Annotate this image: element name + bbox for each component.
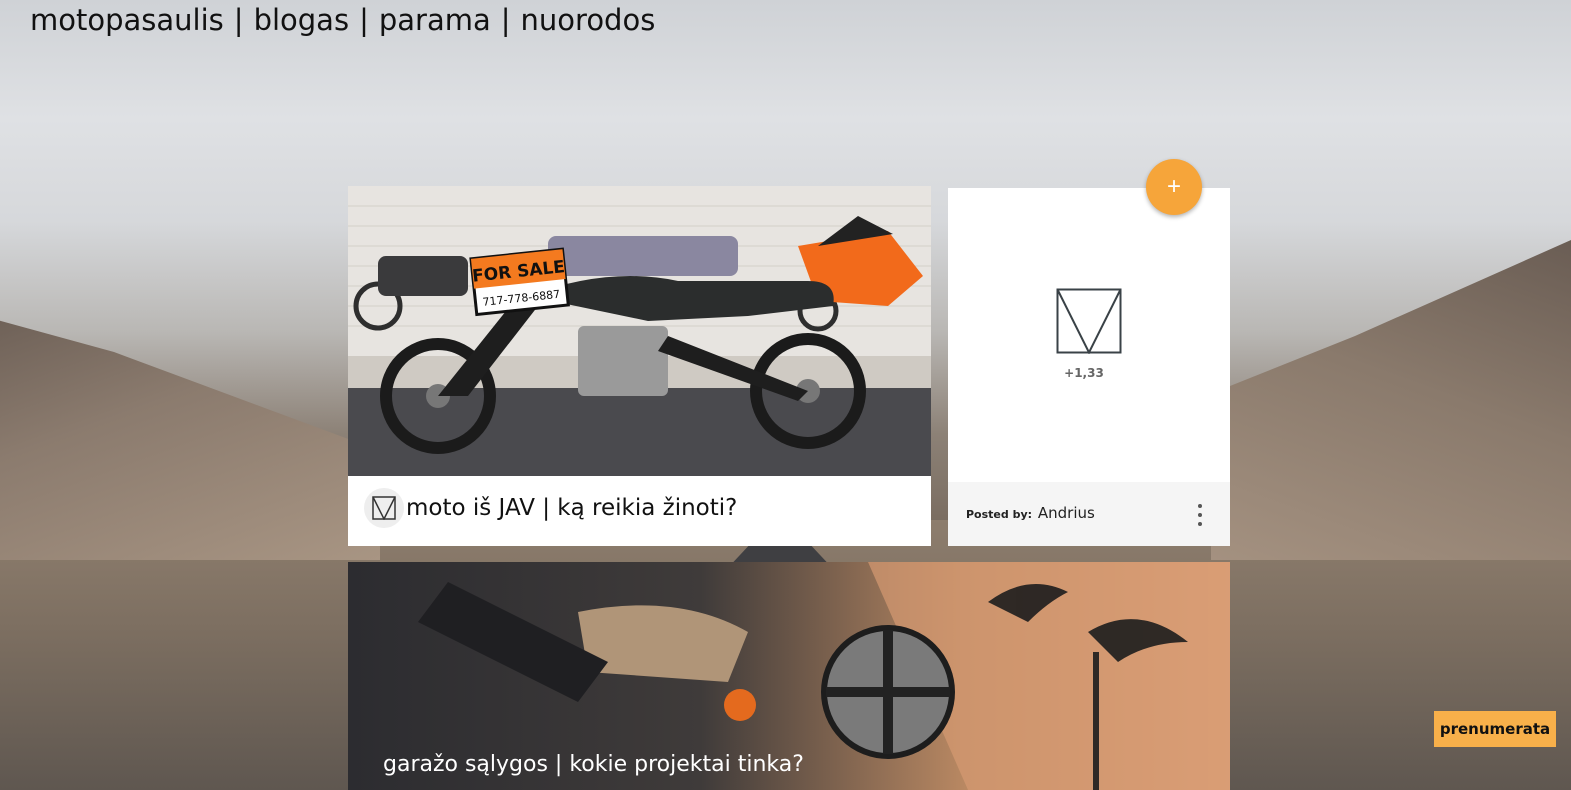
subscribe-button[interactable]: prenumerata: [1434, 711, 1556, 747]
triangle-square-icon: [1056, 288, 1122, 358]
posted-by: Posted by: Andrius: [966, 504, 1095, 522]
nav-item-nuorodos[interactable]: nuorodos: [521, 3, 656, 37]
post-title-row: moto iš JAV | ką reikia žinoti?: [364, 486, 737, 530]
nav-separator: |: [233, 3, 244, 37]
site-nav: motopasaulis | blogas | parama | nuorodo…: [30, 3, 655, 37]
background-mountain-right: [1211, 240, 1571, 560]
post-title-link[interactable]: moto iš JAV | ką reikia žinoti?: [406, 495, 737, 521]
more-vert-icon[interactable]: [1196, 504, 1204, 526]
nav-item-blogas[interactable]: blogas: [254, 3, 350, 37]
add-post-button[interactable]: +: [1146, 159, 1202, 215]
nav-separator: |: [359, 3, 369, 37]
nav-item-parama[interactable]: parama: [379, 3, 491, 37]
plus-icon: +: [1166, 173, 1181, 200]
post-card-garazo-salygos[interactable]: garažo sąlygos | kokie projektai tinka?: [348, 562, 1230, 790]
nav-separator: |: [500, 3, 511, 37]
posted-by-label: Posted by:: [966, 508, 1033, 521]
background-mountain-left: [0, 320, 380, 560]
triangle-square-icon: [364, 488, 404, 528]
side-card: +1,33 Posted by: Andrius: [948, 188, 1230, 546]
post-card-moto-is-jav[interactable]: FOR SALE 717-778-6887 moto iš JAV | ką r…: [348, 186, 931, 546]
side-card-footer: Posted by: Andrius: [948, 482, 1230, 546]
nav-item-motopasaulis[interactable]: motopasaulis: [30, 3, 224, 37]
post-title-link-2[interactable]: garažo sąlygos | kokie projektai tinka?: [383, 752, 804, 777]
post-image-motorcycle[interactable]: FOR SALE 717-778-6887: [348, 186, 931, 476]
side-count-value: +1,33: [1064, 366, 1104, 380]
author-link[interactable]: Andrius: [1038, 504, 1095, 522]
